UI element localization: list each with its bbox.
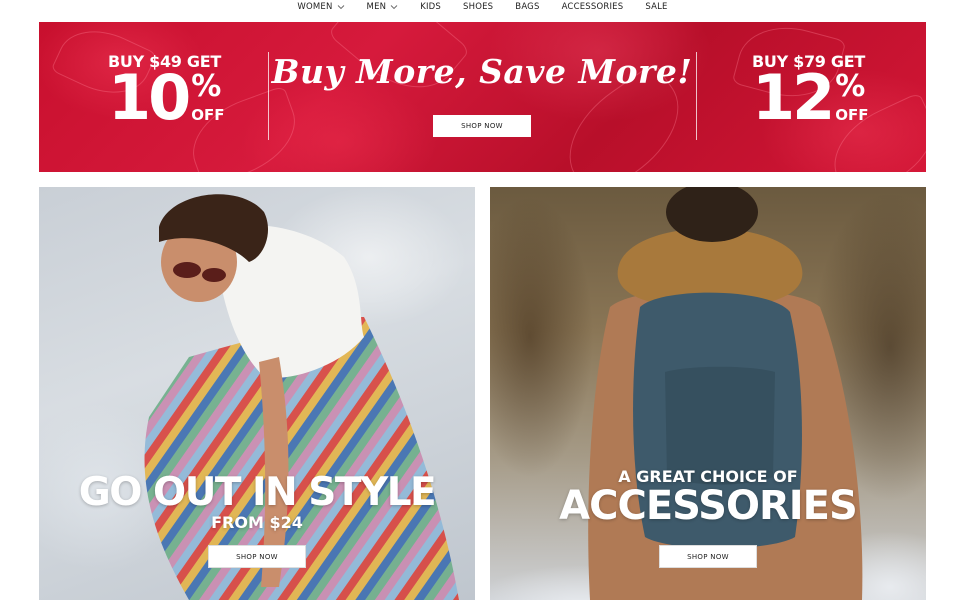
woman-photo (144, 194, 459, 600)
promo-banner: BUY $49 GET 10 % OFF Buy More, Save More… (39, 22, 926, 172)
left-deal: BUY $49 GET 10 % OFF (108, 52, 228, 134)
nav-item-label: WOMEN (297, 2, 333, 12)
nav-item-sale[interactable]: SALE (634, 0, 678, 14)
accessories-promo-panel[interactable]: A GREAT CHOICE OF ACCESSORIES SHOP NOW (490, 187, 926, 600)
accessories-shop-now-button[interactable]: SHOP NOW (659, 545, 757, 568)
banner-shop-now-button[interactable]: SHOP NOW (433, 115, 531, 137)
chevron-down-icon (390, 4, 398, 10)
accessories-title: ACCESSORIES (559, 483, 858, 529)
nav-item-label: KIDS (420, 2, 442, 12)
style-shop-now-button[interactable]: SHOP NOW (208, 545, 306, 568)
right-deal: BUY $79 GET 12 % OFF (752, 52, 872, 134)
nav-item-label: ACCESSORIES (561, 2, 624, 12)
right-deal-percent: % (835, 69, 866, 104)
nav-item-label: BAGS (515, 2, 540, 12)
nav-item-women[interactable]: WOMEN (286, 0, 355, 14)
left-deal-number: 10 (108, 61, 191, 134)
nav-item-label: SALE (645, 2, 668, 12)
style-promo-panel[interactable]: GO OUT IN STYLE FROM $24 SHOP NOW (39, 187, 475, 600)
nav-item-kids[interactable]: KIDS (409, 0, 452, 14)
banner-headline: Buy More, Save More! (271, 52, 693, 91)
nav-item-men[interactable]: MEN (356, 0, 410, 14)
nav-item-bags[interactable]: BAGS (504, 0, 550, 14)
style-subtitle: FROM $24 (211, 513, 303, 532)
main-nav: WOMEN MEN KIDS SHOES BAGS ACCESSORIES SA… (0, 0, 965, 14)
man-with-backpack-photo (588, 187, 863, 600)
chevron-down-icon (337, 4, 345, 10)
right-deal-off: OFF (835, 106, 869, 124)
banner-divider (696, 52, 697, 140)
right-deal-number: 12 (752, 61, 835, 134)
nav-item-label: SHOES (463, 2, 494, 12)
nav-item-shoes[interactable]: SHOES (452, 0, 504, 14)
nav-item-label: MEN (366, 2, 387, 12)
left-deal-off: OFF (191, 106, 225, 124)
style-title: GO OUT IN STYLE (78, 470, 437, 515)
left-deal-percent: % (191, 69, 222, 104)
nav-item-accessories[interactable]: ACCESSORIES (551, 0, 635, 14)
